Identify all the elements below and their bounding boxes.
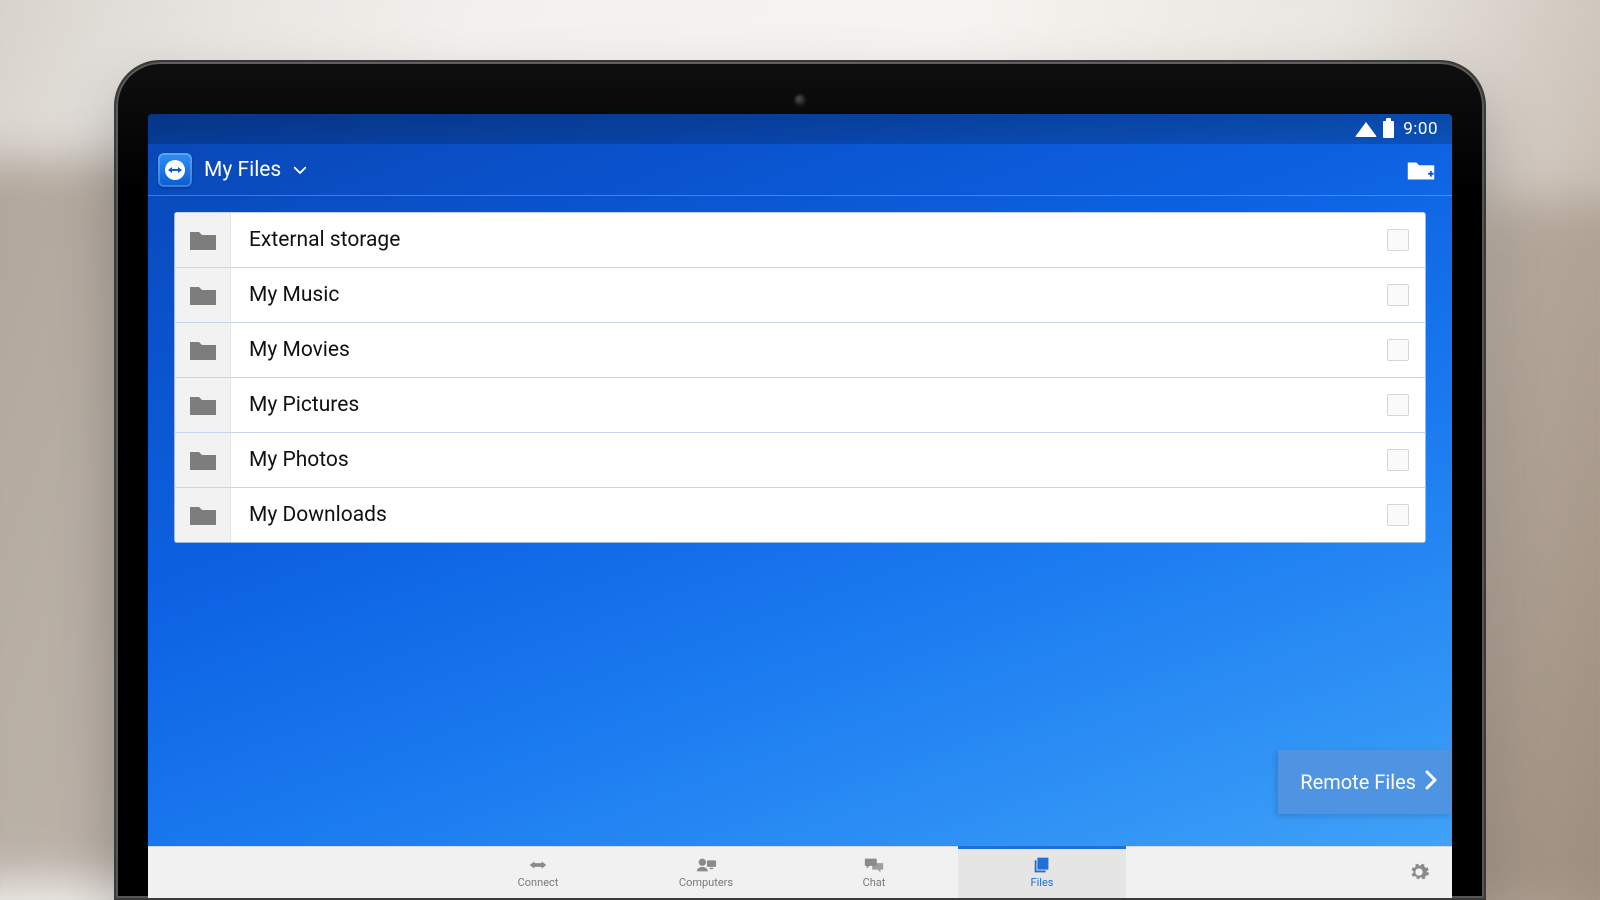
app-header: My Files [148, 144, 1452, 196]
folder-label: My Downloads [231, 503, 1387, 527]
folder-row[interactable]: My Downloads [174, 487, 1426, 543]
new-folder-button[interactable] [1404, 156, 1438, 184]
nav-chat[interactable]: Chat [790, 847, 958, 898]
nav-label: Computers [679, 876, 733, 889]
folder-checkbox[interactable] [1387, 449, 1409, 471]
nav-files[interactable]: Files [958, 847, 1126, 898]
folder-icon [175, 433, 231, 487]
chat-icon [863, 856, 885, 874]
app-logo-icon [158, 153, 192, 187]
files-icon [1031, 856, 1053, 874]
folder-icon [175, 323, 231, 377]
folder-checkbox[interactable] [1387, 504, 1409, 526]
nav-label: Files [1031, 876, 1054, 889]
folder-row[interactable]: My Music [174, 267, 1426, 323]
folder-row[interactable]: My Pictures [174, 377, 1426, 433]
folder-list: External storage My Music My Movies My P… [148, 196, 1452, 543]
nav-label: Chat [863, 876, 886, 889]
files-dropdown[interactable]: My Files [204, 158, 309, 182]
battery-icon [1383, 121, 1394, 138]
folder-label: My Pictures [231, 393, 1387, 417]
nav-connect[interactable]: Connect [454, 847, 622, 898]
folder-label: My Photos [231, 448, 1387, 472]
status-clock: 9:00 [1403, 119, 1438, 139]
remote-files-label: Remote Files [1300, 770, 1416, 794]
chevron-down-icon [291, 161, 309, 179]
folder-label: External storage [231, 228, 1387, 252]
app-title: My Files [204, 158, 281, 182]
tablet-frame: 9:00 My Files External [114, 60, 1486, 900]
wifi-icon [1356, 121, 1376, 137]
folder-checkbox[interactable] [1387, 339, 1409, 361]
folder-icon [175, 488, 231, 542]
folder-row[interactable]: My Movies [174, 322, 1426, 378]
nav-label: Connect [518, 876, 559, 889]
folder-icon [175, 268, 231, 322]
gear-icon [1408, 861, 1430, 883]
folder-row[interactable]: External storage [174, 212, 1426, 268]
settings-button[interactable] [1408, 861, 1432, 885]
chevron-right-icon [1424, 768, 1438, 797]
app-screen: 9:00 My Files External [148, 114, 1452, 898]
folder-icon [175, 378, 231, 432]
folder-checkbox[interactable] [1387, 229, 1409, 251]
nav-computers[interactable]: Computers [622, 847, 790, 898]
folder-checkbox[interactable] [1387, 394, 1409, 416]
connect-icon [527, 856, 549, 874]
computers-icon [695, 856, 717, 874]
remote-files-button[interactable]: Remote Files [1278, 750, 1452, 814]
folder-row[interactable]: My Photos [174, 432, 1426, 488]
folder-label: My Movies [231, 338, 1387, 362]
folder-checkbox[interactable] [1387, 284, 1409, 306]
folder-label: My Music [231, 283, 1387, 307]
tablet-camera [795, 95, 805, 105]
bottom-nav: Connect Computers Chat Files [148, 846, 1452, 898]
folder-icon [175, 213, 231, 267]
status-bar: 9:00 [148, 114, 1452, 144]
